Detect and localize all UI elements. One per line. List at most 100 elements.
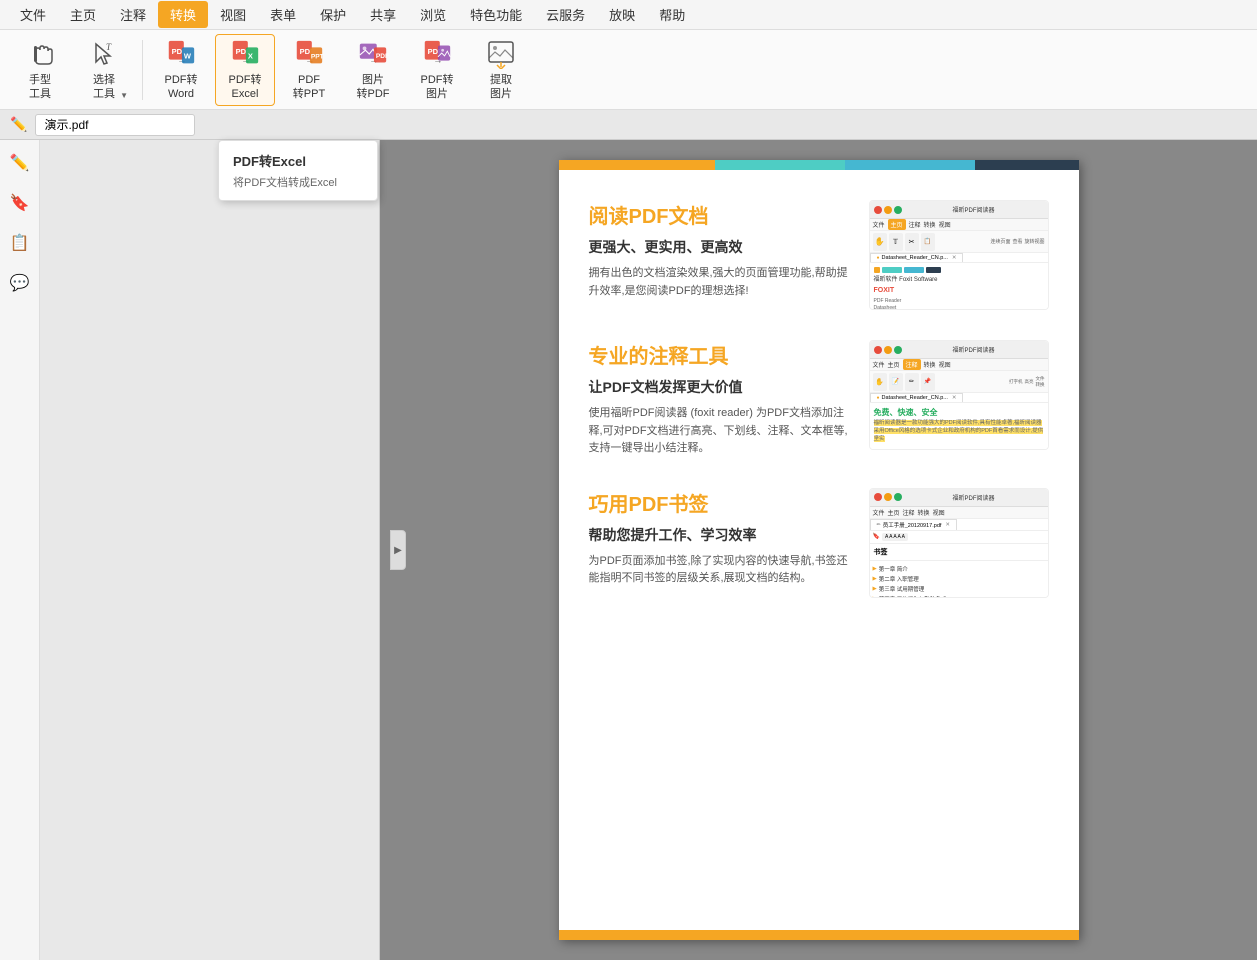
- select-tool-label: 选择工具: [93, 74, 115, 100]
- pdf-to-ppt-button[interactable]: PDF → PPT PDF转PPT: [279, 34, 339, 106]
- menu-view[interactable]: 视图: [208, 1, 258, 28]
- mini-titlebar-1: 福昕PDF阅读器: [870, 201, 1048, 219]
- bottom-bar: [559, 930, 1079, 940]
- comment-sidebar-icon[interactable]: 💬: [7, 270, 33, 296]
- feature-title-read: 阅读PDF文档: [589, 200, 849, 229]
- tooltip-title: PDF转Excel: [233, 151, 363, 170]
- menu-cloud[interactable]: 云服务: [534, 1, 597, 28]
- toolbar: 手型工具 T 选择工具 ▼ PDF → W PDF转Word: [0, 30, 1257, 110]
- color-bar-teal: [715, 160, 845, 170]
- extract-img-icon: [485, 38, 517, 70]
- pdf-area[interactable]: 阅读PDF文档 更强大、更实用、更高效 拥有出色的文档渲染效果,强大的页面管理功…: [380, 140, 1257, 960]
- mini-menubar-2: 文件 主页 注释 转换 视图: [870, 359, 1048, 371]
- tooltip-desc: 将PDF文档转成Excel: [233, 174, 363, 190]
- mini-tab-bar-3: ✏ 员工手册_20120917.pdf ✕: [870, 519, 1048, 531]
- menu-protect[interactable]: 保护: [308, 1, 358, 28]
- mini-bookmark-list: ▶ 第一章 简介 ▶ 第二章 入职管理 ▶ 第三章 试用期管理: [870, 561, 1048, 598]
- mini-bookmark-item-3: ▶ 第三章 试用期管理: [873, 585, 1045, 593]
- menu-convert[interactable]: 转换: [158, 1, 208, 28]
- pdf-to-excel-label: PDF转Excel: [229, 74, 262, 100]
- mini-app-1: 福昕PDF阅读器 文件 主页 注释 转换 视图 ✋ 𝕋: [870, 201, 1048, 309]
- pdf-to-excel-tooltip: PDF转Excel 将PDF文档转成Excel: [218, 140, 378, 201]
- filename-input[interactable]: [35, 114, 195, 136]
- mini-bookmark-toolbar: 🔖 A A A A A: [870, 531, 1048, 544]
- mini-bookmark-title: 书签: [870, 544, 1048, 561]
- menu-share[interactable]: 共享: [358, 1, 408, 28]
- menu-present[interactable]: 放映: [597, 1, 647, 28]
- mini-tab-bar-1: ● Datasheet_Reader_CN.p... ✕: [870, 253, 1048, 263]
- bookmark-sidebar-icon[interactable]: 🔖: [7, 190, 33, 216]
- select-icon: T: [88, 38, 120, 70]
- pencil-icon: ✏️: [10, 116, 27, 133]
- feature-text-read: 阅读PDF文档 更强大、更实用、更高效 拥有出色的文档渲染效果,强大的页面管理功…: [589, 200, 849, 300]
- svg-text:PDF: PDF: [376, 53, 389, 60]
- select-tool-button[interactable]: T 选择工具 ▼: [74, 34, 134, 106]
- mini-app-3: 福昕PDF阅读器 文件 主页 注释 转换 视图 ✏: [870, 489, 1048, 597]
- menu-features[interactable]: 特色功能: [458, 1, 534, 28]
- pdf-to-ppt-label: PDF转PPT: [293, 74, 325, 100]
- pdf-to-word-button[interactable]: PDF → W PDF转Word: [151, 34, 211, 106]
- mini-bookmark-item-4: ▶ 第四章 工作行为与勤勉条式: [873, 595, 1045, 598]
- feature-text-bookmark: 巧用PDF书签 帮助您提升工作、学习效率 为PDF页面添加书签,除了实现内容的快…: [589, 488, 849, 588]
- pdf-to-excel-icon: PDF → X: [229, 38, 261, 70]
- page-sidebar-icon[interactable]: 📋: [7, 230, 33, 256]
- menu-browse[interactable]: 浏览: [408, 1, 458, 28]
- pdf-to-ppt-icon: PDF → PPT: [293, 38, 325, 70]
- svg-text:T: T: [106, 42, 112, 52]
- color-bar: [559, 160, 1079, 170]
- menu-help[interactable]: 帮助: [647, 1, 697, 28]
- mini-titlebar-2: 福昕PDF阅读器: [870, 341, 1048, 359]
- svg-text:W: W: [184, 52, 192, 61]
- pdf-content: 阅读PDF文档 更强大、更实用、更高效 拥有出色的文档渲染效果,强大的页面管理功…: [559, 170, 1079, 658]
- mini-highlight-text: 福昕阅读器是一款功能强大的PDF阅读软件,具有性能卓著,福昕阅读器采用Offic…: [874, 420, 1044, 441]
- mini-bookmark-item-1: ▶ 第一章 简介: [873, 565, 1045, 573]
- main-area: ✏️ 🔖 📋 💬 ▶ 阅读PDF文档 更强大、更实用、更高效: [0, 140, 1257, 960]
- mini-green-text: 免费、快速、安全: [874, 407, 1044, 418]
- collapse-panel-button[interactable]: ▶: [390, 530, 406, 570]
- pdf-to-img-icon: PDF →: [421, 38, 453, 70]
- mini-toolbar-1: ✋ 𝕋 ✂ 📋 连续页面 查看 旋转视图: [870, 231, 1048, 253]
- mini-content-1: 福昕软件 Foxit Software FOXIT PDF Reader Dat…: [870, 263, 1048, 310]
- img-to-pdf-label: 图片转PDF: [357, 74, 390, 100]
- pdf-page: 阅读PDF文档 更强大、更实用、更高效 拥有出色的文档渲染效果,强大的页面管理功…: [559, 160, 1079, 940]
- pencil-sidebar-icon[interactable]: ✏️: [7, 150, 33, 176]
- menu-form[interactable]: 表单: [258, 1, 308, 28]
- feature-section-read: 阅读PDF文档 更强大、更实用、更高效 拥有出色的文档渲染效果,强大的页面管理功…: [589, 200, 1049, 310]
- mini-app-2: 福昕PDF阅读器 文件 主页 注释 转换 视图 ✋ 📝: [870, 341, 1048, 449]
- mini-tab-1: ● Datasheet_Reader_CN.p... ✕: [870, 253, 964, 262]
- extract-img-button[interactable]: 提取图片: [471, 34, 531, 106]
- pdf-to-word-icon: PDF → W: [165, 38, 197, 70]
- color-bar-dark: [975, 160, 1079, 170]
- mini-content-2: 免费、快速、安全 福昕阅读器是一款功能强大的PDF阅读软件,具有性能卓著,福昕阅…: [870, 403, 1048, 447]
- feature-title-bookmark: 巧用PDF书签: [589, 488, 849, 517]
- mini-tab-3: ✏ 员工手册_20120917.pdf ✕: [870, 519, 958, 530]
- mini-toolbar-2: ✋ 📝 ✏ 📌 打字机 高亮 文件转换: [870, 371, 1048, 393]
- pdf-to-img-label: PDF转图片: [421, 74, 454, 100]
- mini-bookmark-item-2: ▶ 第二章 入职管理: [873, 575, 1045, 583]
- feature-subtitle-bookmark: 帮助您提升工作、学习效率: [589, 525, 849, 545]
- feature-desc-annotate: 使用福昕PDF阅读器 (foxit reader) 为PDF文档添加注释,可对P…: [589, 405, 849, 458]
- img-to-pdf-button[interactable]: → PDF 图片转PDF: [343, 34, 403, 106]
- mini-menubar-3: 文件 主页 注释 转换 视图: [870, 507, 1048, 519]
- hand-tool-label: 手型工具: [29, 74, 51, 100]
- feature-image-bookmark: 福昕PDF阅读器 文件 主页 注释 转换 视图 ✏: [869, 488, 1049, 598]
- pdf-to-img-button[interactable]: PDF → PDF转图片: [407, 34, 467, 106]
- feature-desc-bookmark: 为PDF页面添加书签,除了实现内容的快速导航,书签还能指明不同书签的层级关系,展…: [589, 553, 849, 588]
- menu-home[interactable]: 主页: [58, 1, 108, 28]
- feature-subtitle-annotate: 让PDF文档发挥更大价值: [589, 377, 849, 397]
- pdf-to-word-label: PDF转Word: [165, 74, 198, 100]
- extract-img-label: 提取图片: [490, 74, 512, 100]
- hand-tool-button[interactable]: 手型工具: [10, 34, 70, 106]
- hand-icon: [24, 38, 56, 70]
- menu-annotate[interactable]: 注释: [108, 1, 158, 28]
- left-panel: [40, 140, 380, 960]
- pdf-to-excel-button[interactable]: PDF → X PDF转Excel: [215, 34, 275, 106]
- img-to-pdf-icon: → PDF: [357, 38, 389, 70]
- mini-tab-bar-2: ● Datasheet_Reader_CN.p... ✕: [870, 393, 1048, 403]
- feature-title-annotate: 专业的注释工具: [589, 340, 849, 369]
- feature-image-read: 福昕PDF阅读器 文件 主页 注释 转换 视图 ✋ 𝕋: [869, 200, 1049, 310]
- menu-file[interactable]: 文件: [8, 1, 58, 28]
- mini-titlebar-3: 福昕PDF阅读器: [870, 489, 1048, 507]
- feature-text-annotate: 专业的注释工具 让PDF文档发挥更大价值 使用福昕PDF阅读器 (foxit r…: [589, 340, 849, 458]
- feature-image-annotate: 福昕PDF阅读器 文件 主页 注释 转换 视图 ✋ 📝: [869, 340, 1049, 450]
